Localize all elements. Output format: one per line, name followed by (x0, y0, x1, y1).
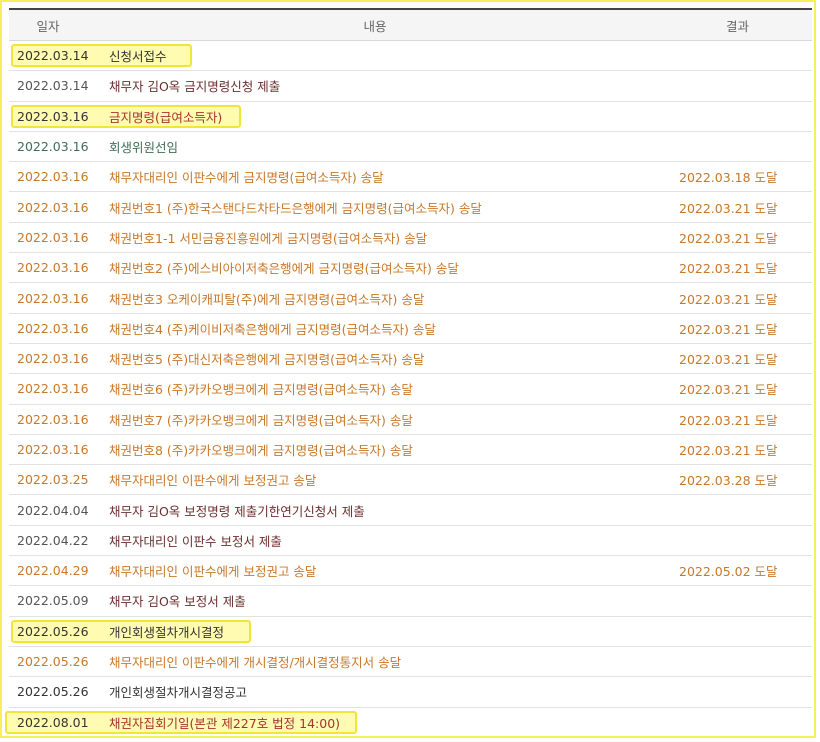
row-result: 2022.03.21 도달 (679, 382, 778, 398)
table-row: 2022.03.16 채무자대리인 이판수에게 금지명령(급여소득자) 송달 2… (9, 162, 812, 193)
table-header: 일자 내용 결과 (9, 10, 812, 41)
row-content: 채무자 김O옥 보정명령 제출기한연기신청서 제출 (109, 503, 365, 519)
row-content: 채권번호7 (주)카카오뱅크에게 금지명령(급여소득자) 송달 (109, 412, 413, 428)
row-date: 2022.03.16 (17, 229, 89, 245)
row-content: 채무자대리인 이판수에게 보정권고 송달 (109, 473, 317, 489)
row-content: 금지명령(급여소득자) (109, 109, 223, 125)
row-content: 채무자 김O옥 금지명령신청 제출 (109, 79, 281, 95)
row-result: 2022.03.18 도달 (679, 170, 778, 186)
table-row: 2022.08.01 채권자집회기일(본관 제227호 법정 14:00) (5, 708, 812, 738)
header-result: 결과 (725, 18, 749, 34)
row-content: 채권번호4 (주)케이비저축은행에게 금지명령(급여소득자) 송달 (109, 321, 436, 337)
row-content: 신청서접수 (109, 49, 167, 65)
table-row: 2022.03.16 채권번호4 (주)케이비저축은행에게 금지명령(급여소득자… (9, 314, 812, 344)
table-row: 2022.03.16 채권번호1-1 서민금융진흥원에게 금지명령(급여소득자)… (9, 223, 812, 254)
row-date: 2022.03.16 (17, 199, 89, 215)
row-date: 2022.04.29 (17, 563, 89, 579)
row-content: 채권번호3 오케이캐피탈(주)에게 금지명령(급여소득자) 송달 (109, 291, 425, 307)
row-date: 2022.03.16 (17, 290, 89, 306)
row-date: 2022.03.16 (17, 169, 89, 185)
row-date: 2022.03.16 (17, 320, 89, 336)
table-row: 2022.03.16 채권번호6 (주)카카오뱅크에게 금지명령(급여소득자) … (9, 374, 812, 405)
table-row: 2022.03.16 채권번호1 (주)한국스탠다드차타드은행에게 금지명령(급… (9, 192, 812, 223)
table-row: 2022.04.29 채무자대리인 이판수에게 보정권고 송달 2022.05.… (9, 556, 812, 587)
row-content: 채권번호1 (주)한국스탠다드차타드은행에게 금지명령(급여소득자) 송달 (109, 200, 482, 216)
table-row: 2022.03.16 채권번호5 (주)대신저축은행에게 금지명령(급여소득자)… (9, 344, 812, 375)
row-date: 2022.04.22 (17, 532, 89, 548)
row-date: 2022.05.26 (17, 684, 89, 700)
row-content: 채권번호5 (주)대신저축은행에게 금지명령(급여소득자) 송달 (109, 352, 425, 368)
case-progress-table: 일자 내용 결과 2022.03.14 신청서접수 2022.03.14 채무자… (5, 8, 812, 738)
row-result: 2022.03.21 도달 (679, 261, 778, 277)
row-content: 채권번호8 (주)카카오뱅크에게 금지명령(급여소득자) 송달 (109, 443, 413, 458)
row-result: 2022.05.02 도달 (679, 564, 778, 580)
table-row: 2022.03.16 채권번호8 (주)카카오뱅크에게 금지명령(급여소득자) … (9, 435, 812, 466)
row-content: 채무자대리인 이판수에게 개시결정/개시결정통지서 송달 (109, 655, 402, 671)
row-result: 2022.03.21 도달 (679, 412, 778, 428)
table-row: 2022.03.25 채무자대리인 이판수에게 보정권고 송달 2022.03.… (9, 465, 812, 496)
header-content: 내용 (363, 18, 387, 34)
row-date: 2022.03.16 (17, 411, 89, 427)
row-content: 채무자대리인 이판수에게 보정권고 송달 (109, 564, 317, 580)
header-date: 일자 (36, 18, 60, 34)
row-date: 2022.03.16 (17, 442, 89, 457)
row-date: 2022.03.25 (17, 472, 89, 488)
row-content: 채권번호6 (주)카카오뱅크에게 금지명령(급여소득자) 송달 (109, 382, 413, 398)
row-date: 2022.04.04 (17, 502, 89, 518)
row-date: 2022.03.14 (17, 78, 89, 94)
table-row: 2022.03.16 채권번호7 (주)카카오뱅크에게 금지명령(급여소득자) … (9, 405, 812, 435)
table-row: 2022.04.04 채무자 김O옥 보정명령 제출기한연기신청서 제출 (9, 495, 812, 526)
row-content: 채권번호2 (주)에스비아이저축은행에게 금지명령(급여소득자) 송달 (109, 261, 459, 277)
table-row: 2022.05.26 개인회생절차개시결정 (9, 617, 812, 647)
table-row: 2022.05.26 채무자대리인 이판수에게 개시결정/개시결정통지서 송달 (9, 647, 812, 678)
row-date: 2022.03.14 (17, 48, 89, 64)
table-row: 2022.03.16 채권번호3 오케이캐피탈(주)에게 금지명령(급여소득자)… (9, 283, 812, 314)
row-date: 2022.05.09 (17, 593, 89, 609)
table-row: 2022.05.26 개인회생절차개시결정공고 (9, 677, 812, 708)
table-row: 2022.03.16 회생위원선임 (9, 132, 812, 163)
table-row: 2022.05.09 채무자 김O옥 보정서 제출 (9, 586, 812, 617)
row-content: 채권번호1-1 서민금융진흥원에게 금지명령(급여소득자) 송달 (109, 230, 428, 246)
row-date: 2022.03.16 (17, 381, 89, 397)
row-content: 채무자 김O옥 보정서 제출 (109, 594, 246, 610)
row-date: 2022.05.26 (17, 654, 89, 670)
row-date: 2022.08.01 (17, 714, 89, 730)
row-result: 2022.03.21 도달 (679, 230, 778, 246)
row-content: 개인회생절차개시결정공고 (109, 685, 248, 701)
table-row: 2022.03.16 채권번호2 (주)에스비아이저축은행에게 금지명령(급여소… (9, 253, 812, 284)
row-result: 2022.03.21 도달 (679, 291, 778, 307)
row-content: 회생위원선임 (109, 140, 179, 156)
row-result: 2022.03.21 도달 (679, 200, 778, 216)
table-row: 2022.03.14 신청서접수 (9, 41, 812, 72)
row-date: 2022.03.16 (17, 351, 89, 367)
table-row: 2022.03.16 금지명령(급여소득자) (9, 102, 812, 132)
row-result: 2022.03.21 도달 (679, 352, 778, 368)
row-content: 채무자대리인 이판수 보정서 제출 (109, 533, 282, 549)
row-date: 2022.03.16 (17, 139, 89, 155)
table-row: 2022.03.14 채무자 김O옥 금지명령신청 제출 (9, 71, 812, 102)
row-content: 채권자집회기일(본관 제227호 법정 14:00) (109, 715, 341, 731)
row-date: 2022.03.16 (17, 108, 89, 124)
row-result: 2022.03.28 도달 (679, 473, 778, 489)
row-date: 2022.03.16 (17, 260, 89, 276)
row-content: 개인회생절차개시결정 (109, 624, 225, 640)
row-result: 2022.03.21 도달 (679, 321, 778, 337)
row-content: 채무자대리인 이판수에게 금지명령(급여소득자) 송달 (109, 170, 384, 186)
row-date: 2022.05.26 (17, 623, 89, 639)
table-row: 2022.04.22 채무자대리인 이판수 보정서 제출 (9, 526, 812, 557)
row-result: 2022.03.21 도달 (679, 443, 778, 458)
